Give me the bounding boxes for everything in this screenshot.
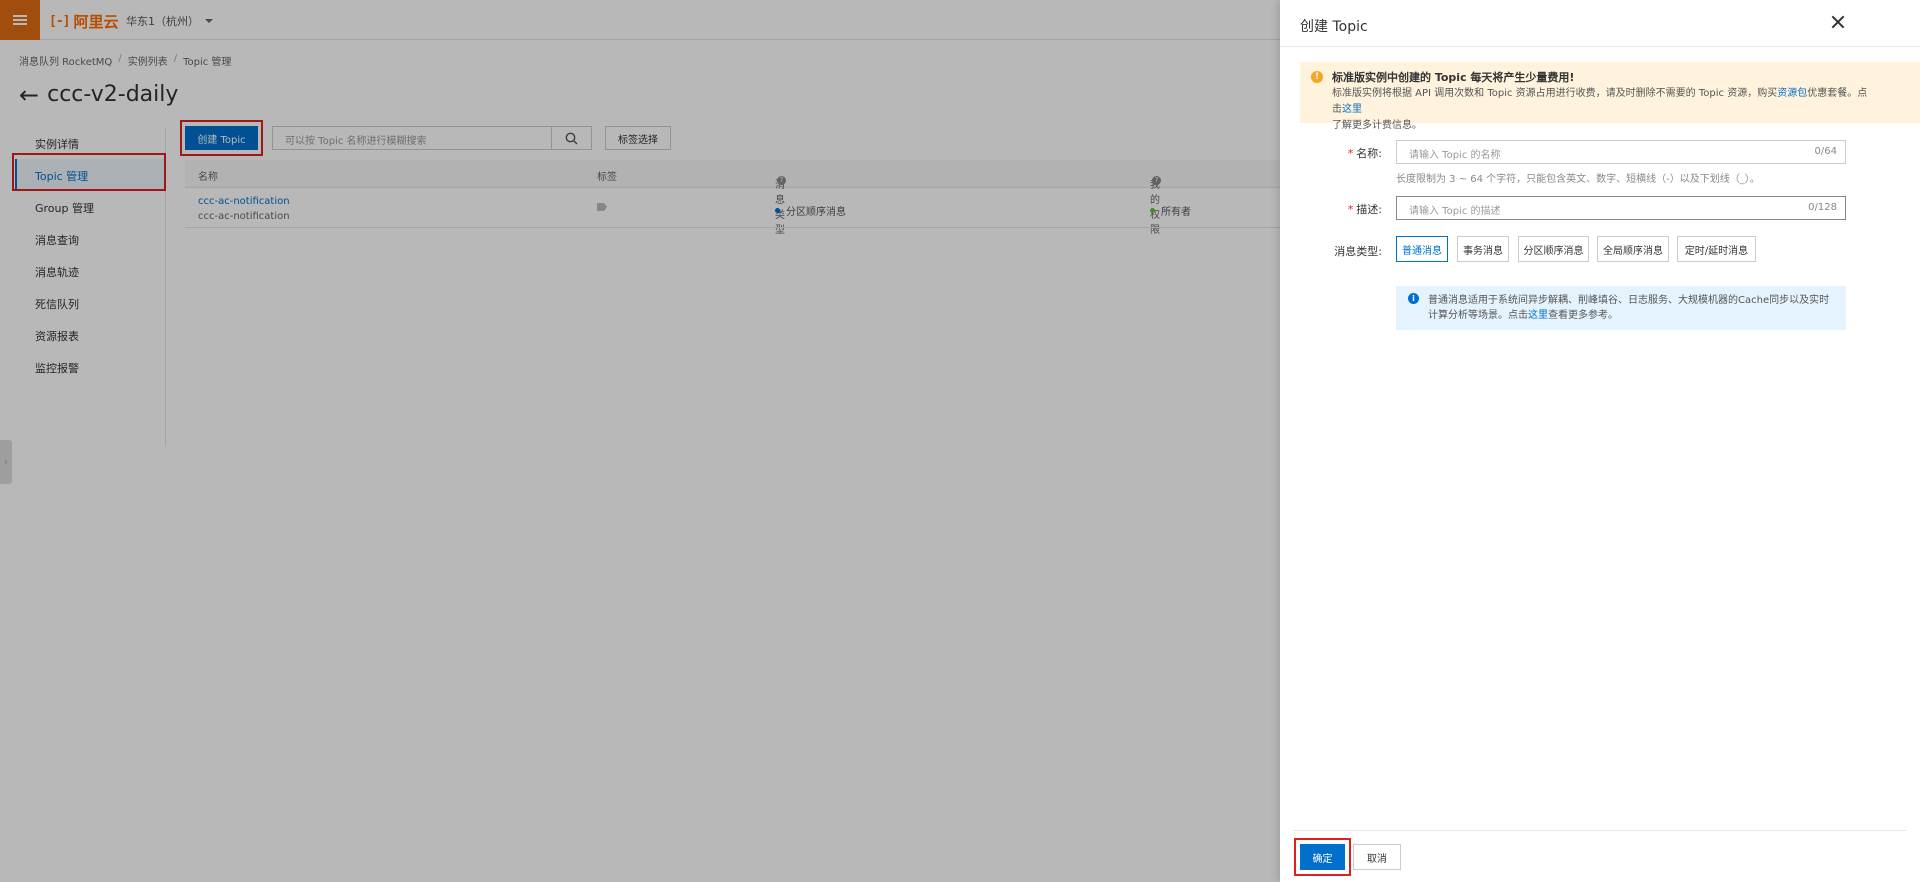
char-counter: 0/64: [1814, 146, 1837, 157]
divider: [1294, 830, 1906, 831]
warning-icon: !: [1311, 71, 1323, 83]
warning-body: 标准版实例将根据 API 调用次数和 Topic 资源占用进行收费，请及时删除不…: [1332, 86, 1872, 134]
cancel-button[interactable]: 取消: [1353, 844, 1401, 870]
reference-link[interactable]: 这里: [1528, 310, 1548, 321]
name-field-label: * 名称:: [1302, 145, 1382, 161]
label-text: 描述:: [1356, 203, 1382, 216]
drawer-title: 创建 Topic: [1300, 19, 1368, 35]
label-text: 名称:: [1356, 147, 1382, 160]
resource-pack-link[interactable]: 资源包: [1777, 88, 1807, 99]
info-icon: i: [1408, 293, 1419, 304]
modal-overlay[interactable]: [0, 0, 1280, 882]
info-text: 普通消息适用于系统间异步解耦、削峰填谷、日志服务、大规模机器的Cache同步以及…: [1428, 293, 1838, 323]
char-counter: 0/128: [1808, 202, 1837, 213]
type-option-transaction[interactable]: 事务消息: [1457, 236, 1509, 262]
warning-title: 标准版实例中创建的 Topic 每天将产生少量费用!: [1332, 71, 1575, 84]
description-field-label: * 描述:: [1302, 201, 1382, 217]
warning-alert: ! 标准版实例中创建的 Topic 每天将产生少量费用! 标准版实例将根据 AP…: [1300, 62, 1920, 131]
highlight-box-confirm-button: [1294, 838, 1351, 876]
required-asterisk: *: [1347, 147, 1354, 160]
divider: [1280, 46, 1920, 47]
type-option-partition-order[interactable]: 分区顺序消息: [1518, 236, 1589, 262]
input-placeholder: 请输入 Topic 的名称: [1409, 150, 1501, 161]
type-option-normal[interactable]: 普通消息: [1396, 236, 1448, 262]
type-option-global-order[interactable]: 全局顺序消息: [1597, 236, 1669, 262]
input-placeholder: 请输入 Topic 的描述: [1409, 206, 1501, 217]
billing-info-link[interactable]: 这里: [1342, 104, 1362, 115]
required-asterisk: *: [1347, 203, 1354, 216]
type-option-scheduled[interactable]: 定时/延时消息: [1677, 236, 1756, 262]
message-type-label: 消息类型:: [1334, 245, 1382, 258]
info-body-text: 查看更多参考。: [1548, 310, 1618, 321]
create-topic-drawer: 创建 Topic ! 标准版实例中创建的 Topic 每天将产生少量费用! 标准…: [1280, 0, 1920, 882]
warning-text: 标准版实例将根据 API 调用次数和 Topic 资源占用进行收费，请及时删除不…: [1332, 88, 1778, 99]
topic-name-input[interactable]: 请输入 Topic 的名称 0/64: [1396, 140, 1846, 164]
message-type-info: i 普通消息适用于系统间异步解耦、削峰填谷、日志服务、大规模机器的Cache同步…: [1396, 286, 1846, 330]
info-body-text: 普通消息适用于系统间异步解耦、削峰填谷、日志服务、大规模机器的Cache同步以及…: [1428, 295, 1830, 321]
warning-text: 了解更多计费信息。: [1332, 120, 1422, 131]
close-icon[interactable]: [1830, 14, 1846, 30]
name-field-hint: 长度限制为 3 ~ 64 个字符，只能包含英文、数字、短横线（-）以及下划线（_…: [1396, 174, 1760, 185]
topic-description-input[interactable]: 请输入 Topic 的描述 0/128: [1396, 196, 1846, 220]
